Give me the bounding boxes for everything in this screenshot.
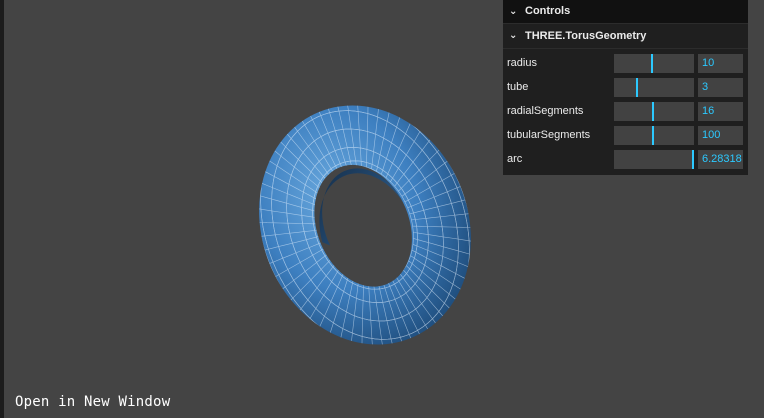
controls-title-bar[interactable]: ⌄ Controls (503, 0, 748, 24)
slider-handle[interactable] (636, 77, 638, 97)
chevron-down-icon: ⌄ (509, 6, 518, 17)
param-row-tubular-segments: tubularSegments 100 (503, 123, 748, 147)
tubular-segments-input[interactable]: 100 (698, 125, 743, 145)
radius-input[interactable]: 10 (698, 53, 743, 73)
param-label: radialSegments (507, 105, 584, 117)
param-row-radial-segments: radialSegments 16 (503, 99, 748, 123)
param-label: radius (507, 57, 537, 69)
folder-controls: radius 10 tube 3 radialSegments 16 tubul… (503, 49, 748, 175)
tube-slider[interactable] (614, 77, 694, 97)
param-row-tube: tube 3 (503, 75, 748, 99)
radial-segments-slider[interactable] (614, 101, 694, 121)
folder-title: THREE.TorusGeometry (525, 30, 647, 42)
radial-segments-input[interactable]: 16 (698, 101, 743, 121)
slider-handle[interactable] (692, 149, 694, 169)
chevron-down-icon: ⌄ (509, 30, 518, 41)
slider-handle[interactable] (652, 125, 654, 145)
tube-input[interactable]: 3 (698, 77, 743, 97)
tubular-segments-slider[interactable] (614, 125, 694, 145)
param-row-radius: radius 10 (503, 51, 748, 75)
arc-input[interactable]: 6.28318 (698, 149, 743, 169)
slider-handle[interactable] (651, 53, 653, 73)
slider-handle[interactable] (652, 101, 654, 121)
param-row-arc: arc 6.28318 (503, 147, 748, 171)
controls-panel: ⌄ Controls ⌄ THREE.TorusGeometry radius … (503, 0, 748, 175)
param-label: tubularSegments (507, 129, 591, 141)
param-label: arc (507, 153, 523, 165)
folder-title-bar[interactable]: ⌄ THREE.TorusGeometry (503, 24, 748, 49)
radius-slider[interactable] (614, 53, 694, 73)
controls-title: Controls (525, 5, 571, 17)
param-label: tube (507, 81, 529, 93)
open-in-new-window-link[interactable]: Open in New Window (15, 394, 170, 410)
arc-slider[interactable] (614, 149, 694, 169)
